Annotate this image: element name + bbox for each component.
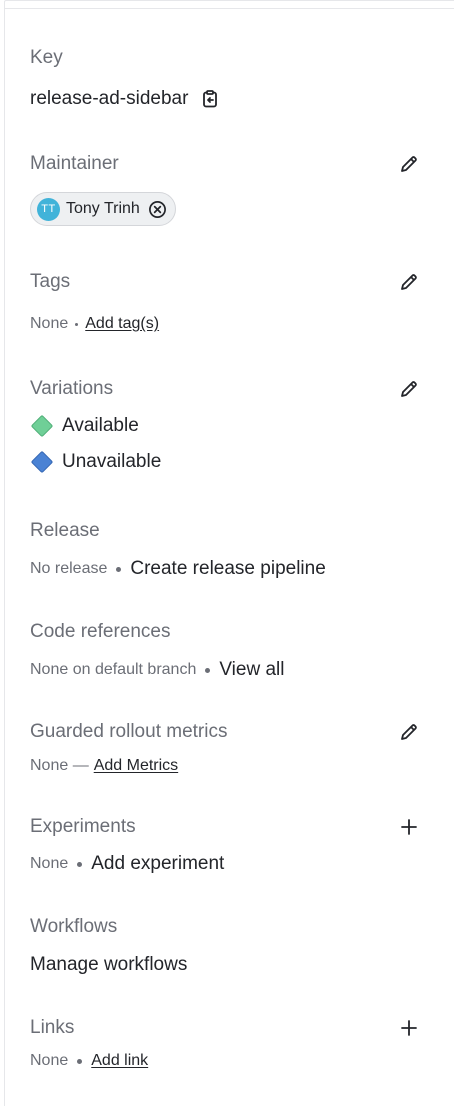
add-link-link[interactable]: Add link	[91, 1052, 148, 1070]
links-none: None	[30, 1052, 69, 1069]
experiments-label: Experiments	[30, 816, 136, 837]
variations-label: Variations	[30, 378, 114, 399]
separator-dot	[77, 1058, 83, 1064]
create-release-pipeline-button[interactable]: Create release pipeline	[130, 558, 325, 580]
flag-key: release-ad-sidebar	[30, 88, 189, 109]
maintainer-label: Maintainer	[30, 153, 119, 174]
variation-name: Available	[62, 415, 139, 436]
avatar: TT	[37, 197, 60, 221]
separator-dot	[116, 566, 122, 572]
separator-dot	[75, 322, 79, 326]
add-tags-link[interactable]: Add tag(s)	[85, 315, 159, 333]
add-experiment-button[interactable]: Add experiment	[91, 853, 224, 875]
experiments-section: Experiments None Add experiment	[30, 816, 420, 875]
links-label: Links	[30, 1017, 75, 1038]
variation-name: Unavailable	[62, 451, 162, 472]
code-references-none: None on default branch	[30, 661, 197, 678]
edit-maintainer-pencil-icon[interactable]	[398, 153, 420, 175]
release-section: Release No release Create release pipeli…	[30, 520, 420, 580]
release-none: No release	[30, 560, 108, 577]
separator-dot	[205, 667, 211, 673]
code-references-label: Code references	[30, 621, 171, 642]
add-experiment-plus-icon[interactable]	[398, 816, 420, 838]
variations-section: Variations Available Unavailable	[30, 378, 420, 474]
tags-label: Tags	[30, 271, 71, 292]
guarded-rollout-section: Guarded rollout metrics None — Add Metri…	[30, 721, 420, 775]
variation-diamond-icon	[30, 450, 54, 474]
maintainer-chip: TT Tony Trinh	[30, 192, 176, 226]
remove-circle-x-icon[interactable]	[148, 200, 167, 219]
tags-section: Tags None Add tag(s)	[30, 271, 420, 333]
variation-diamond-icon	[30, 414, 54, 438]
code-references-section: Code references None on default branch V…	[30, 621, 420, 681]
links-section: Links None Add link	[30, 1017, 420, 1070]
variation-item: Available	[30, 414, 420, 438]
maintainer-section: Maintainer TT Tony Trinh	[30, 153, 420, 226]
add-link-plus-icon[interactable]	[398, 1017, 420, 1039]
manage-workflows-button[interactable]: Manage workflows	[30, 954, 187, 976]
guarded-none: None —	[30, 757, 89, 774]
view-all-button[interactable]: View all	[219, 659, 284, 681]
key-label: Key	[30, 47, 63, 68]
release-label: Release	[30, 520, 100, 541]
guarded-rollout-label: Guarded rollout metrics	[30, 721, 228, 742]
divider	[5, 8, 454, 9]
variation-item: Unavailable	[30, 450, 420, 474]
experiments-none: None	[30, 855, 69, 872]
copy-icon[interactable]	[200, 89, 220, 109]
key-section: Key release-ad-sidebar	[30, 47, 420, 110]
add-metrics-link[interactable]: Add Metrics	[94, 757, 178, 775]
edit-guarded-pencil-icon[interactable]	[398, 721, 420, 743]
separator-dot	[77, 861, 83, 867]
edit-variations-pencil-icon[interactable]	[398, 378, 420, 400]
tags-none: None	[30, 315, 69, 332]
workflows-section: Workflows Manage workflows	[30, 916, 420, 976]
maintainer-name: Tony Trinh	[66, 200, 140, 217]
workflows-label: Workflows	[30, 916, 118, 937]
edit-tags-pencil-icon[interactable]	[398, 271, 420, 293]
